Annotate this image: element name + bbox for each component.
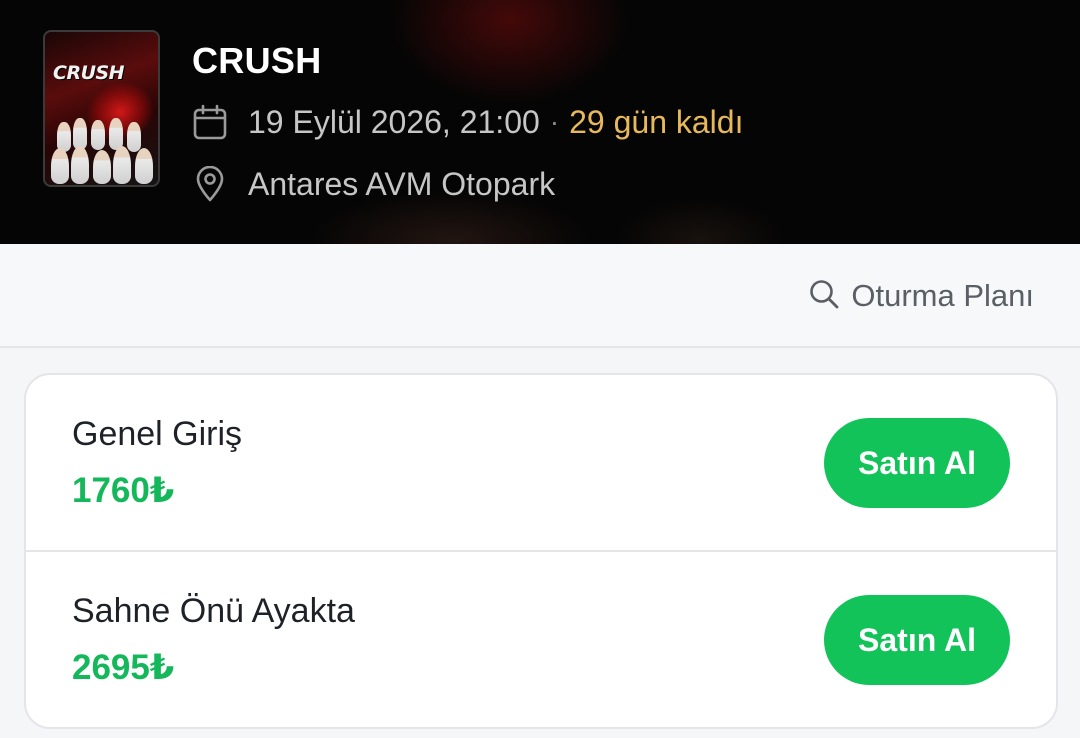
event-date: 19 Eylül 2026, 21:00 xyxy=(248,103,540,140)
event-date-row: 19 Eylül 2026, 21:00 · 29 gün kaldı xyxy=(192,102,743,142)
ticket-name: Genel Giriş xyxy=(72,415,243,453)
buy-button[interactable]: Satın Al xyxy=(824,418,1010,508)
event-poster[interactable]: CRUSH xyxy=(43,30,160,187)
event-venue-row: Antares AVM Otopark xyxy=(192,164,555,204)
toolbar: Oturma Planı xyxy=(0,244,1080,348)
seat-plan-link[interactable]: Oturma Planı xyxy=(809,276,1034,316)
separator-dot: · xyxy=(549,106,560,137)
poster-logo: CRUSH xyxy=(53,62,125,84)
ticket-name: Sahne Önü Ayakta xyxy=(72,592,355,630)
ticket-row: Genel Giriş 1760₺ Satın Al xyxy=(26,375,1056,552)
poster-group-photo xyxy=(51,118,155,184)
event-title: CRUSH xyxy=(192,40,322,81)
countdown-text: 29 gün kaldı xyxy=(569,103,744,140)
buy-button[interactable]: Satın Al xyxy=(824,595,1010,685)
calendar-icon xyxy=(192,104,228,140)
event-header: CRUSH CRUSH 19 Eylül 2026, 21:00 · 29 gü… xyxy=(0,0,1080,244)
location-pin-icon xyxy=(192,166,228,202)
event-venue[interactable]: Antares AVM Otopark xyxy=(248,166,555,203)
ticket-price: 2695₺ xyxy=(72,648,175,687)
seat-plan-label: Oturma Planı xyxy=(851,278,1034,313)
ticket-list: Genel Giriş 1760₺ Satın Al Sahne Önü Aya… xyxy=(24,373,1058,729)
search-icon xyxy=(809,279,839,314)
ticket-price: 1760₺ xyxy=(72,471,175,510)
ticket-row: Sahne Önü Ayakta 2695₺ Satın Al xyxy=(26,552,1056,727)
